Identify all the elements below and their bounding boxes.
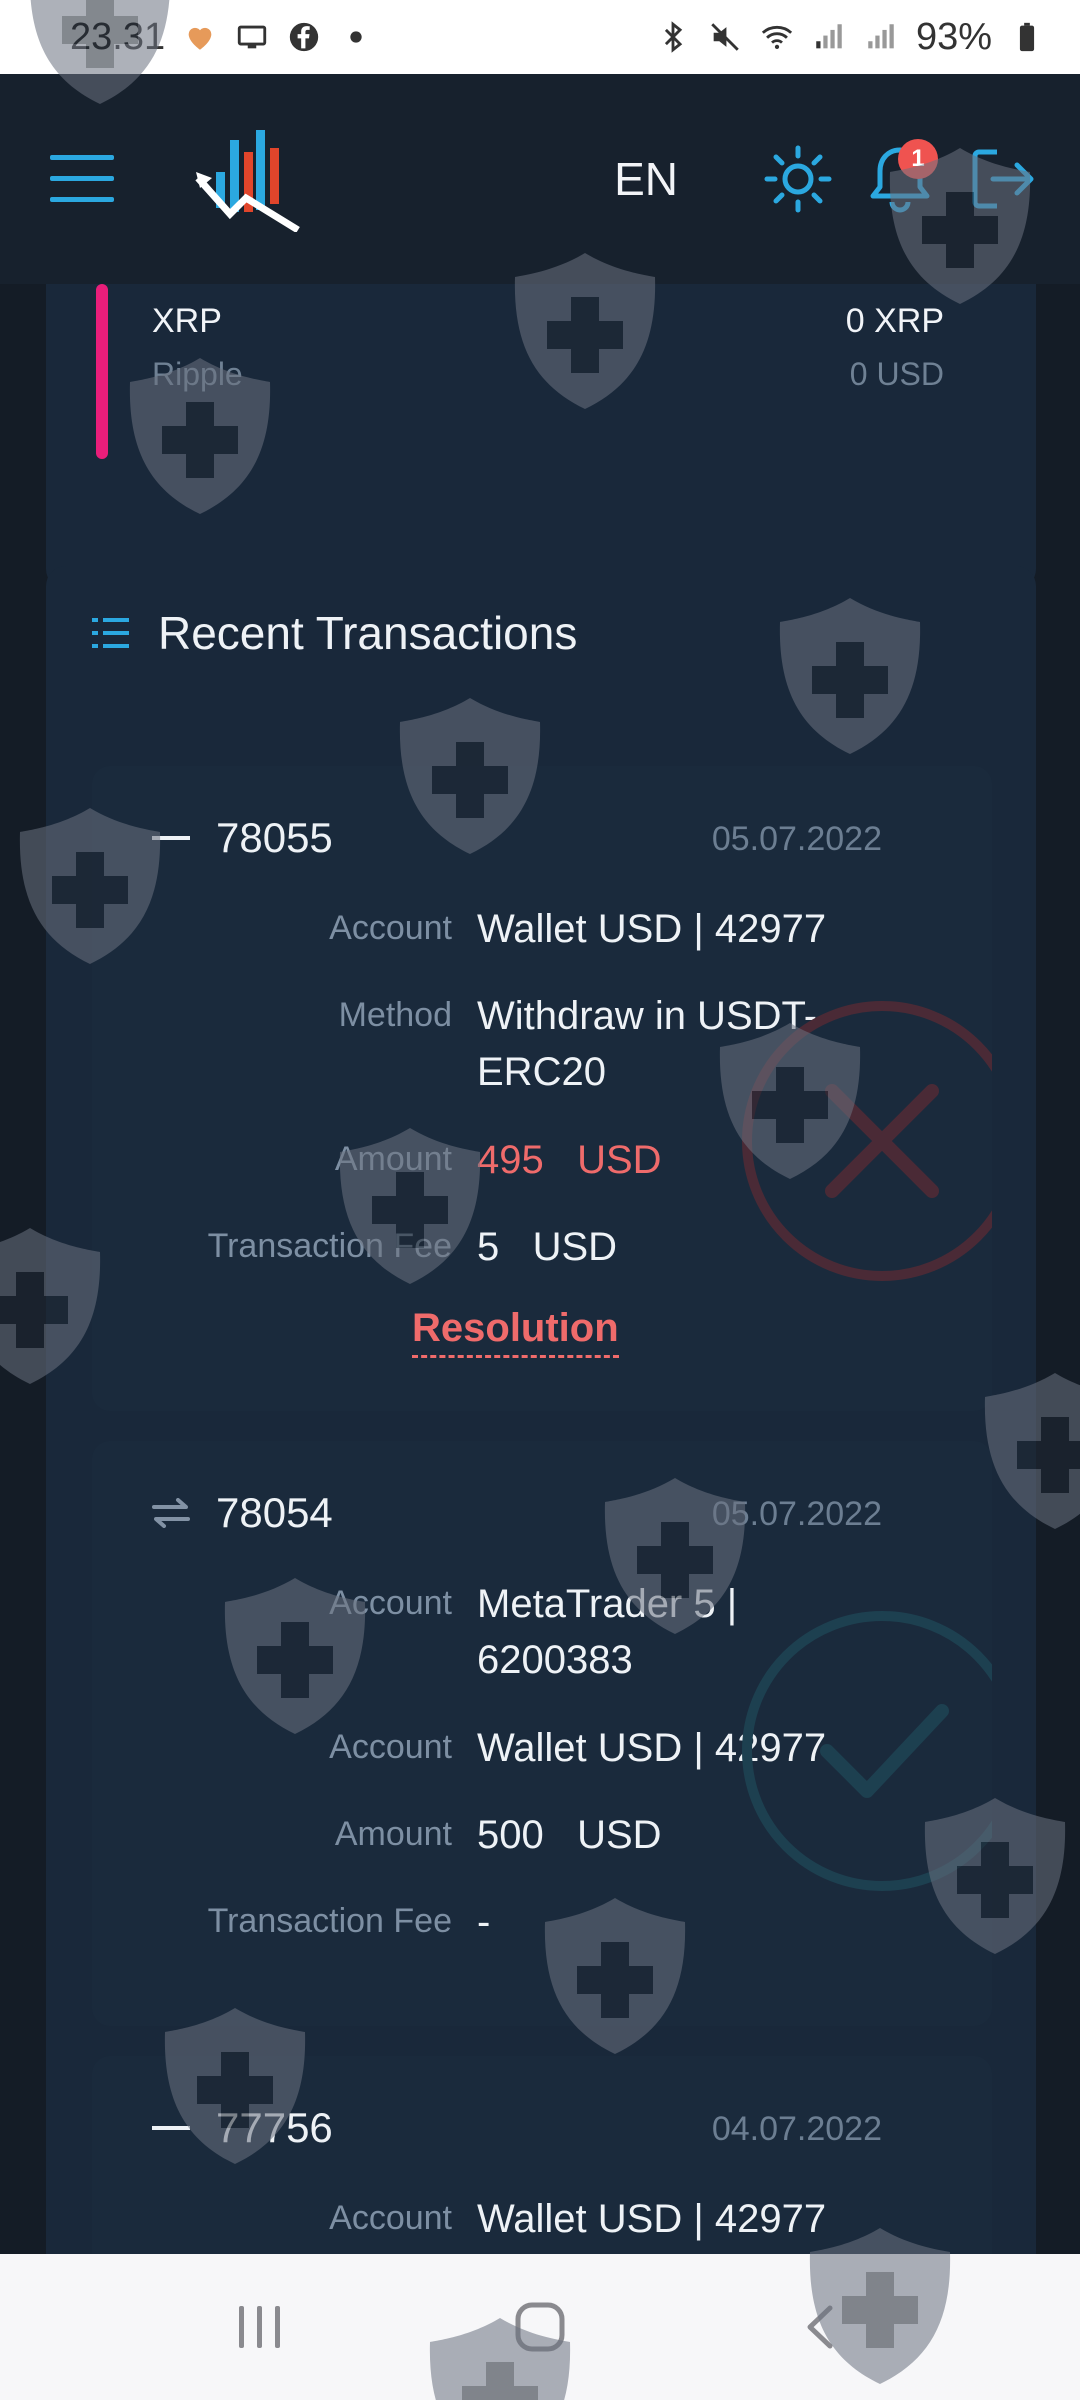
transaction-item[interactable]: 77756 04.07.2022 Account Wallet USD | 42… <box>92 2056 992 2254</box>
mute-icon <box>711 23 739 51</box>
transaction-header: 77756 <box>152 2104 333 2152</box>
field-label: Amount <box>334 1140 452 1178</box>
currency-amount: 0 XRP <box>845 302 944 340</box>
transaction-header: 78054 <box>152 1489 333 1537</box>
clock: 23.31 <box>70 15 166 58</box>
recent-apps-icon <box>239 2306 280 2348</box>
recent-apps-button[interactable] <box>200 2277 320 2377</box>
health-heart-icon <box>188 27 212 50</box>
field-label: Amount <box>334 1815 452 1853</box>
back-chevron-icon <box>807 2305 833 2349</box>
field-value: Wallet USD | 42977 <box>477 2197 827 2241</box>
transaction-item[interactable]: 78054 05.07.2022 Account MetaTrader 5 | … <box>92 1441 992 2026</box>
hamburger-menu-icon <box>50 155 114 202</box>
status-left: 23.31 <box>70 16 373 59</box>
field-value: - <box>477 1900 491 1944</box>
back-button[interactable] <box>760 2277 880 2377</box>
battery-percent: 93% <box>915 15 992 58</box>
section-title: Recent Transactions <box>158 607 578 659</box>
chart-logo-icon <box>195 129 300 233</box>
facebook-icon <box>289 22 319 52</box>
language-selector[interactable]: EN <box>614 152 678 206</box>
sun-icon <box>764 145 832 213</box>
field-label: Transaction Fee <box>207 1902 452 1940</box>
transaction-date: 05.07.2022 <box>711 1495 882 1533</box>
signal-icon-1 <box>816 24 842 49</box>
field-label: Account <box>329 1728 452 1766</box>
wifi-icon <box>761 25 793 50</box>
currency-color-bar <box>96 284 108 459</box>
field-label: Method <box>338 996 452 1034</box>
transfer-arrows-icon <box>152 1498 190 1528</box>
home-button[interactable] <box>480 2277 600 2377</box>
battery-icon <box>1019 22 1035 52</box>
field-label: Account <box>329 2199 452 2237</box>
theme-toggle-button[interactable] <box>756 137 840 221</box>
monitor-icon <box>237 25 267 49</box>
dot-icon <box>350 31 362 43</box>
menu-button[interactable] <box>40 137 124 221</box>
field-label: Account <box>329 909 452 947</box>
currency-name: Ripple <box>152 356 243 392</box>
transaction-date: 04.07.2022 <box>711 2110 882 2148</box>
app-header: EN 1 <box>0 74 1080 284</box>
currency-usd-value: 0 USD <box>849 356 944 392</box>
transaction-id: 77756 <box>216 2104 333 2151</box>
transaction-id: 78055 <box>216 814 333 861</box>
completed-check-icon <box>742 1611 992 1891</box>
recent-transactions-card: Recent Transactions 78055 05.07.2022 Acc… <box>46 566 1036 2254</box>
resolution-link[interactable]: Resolution <box>412 1306 619 1358</box>
bluetooth-icon <box>664 21 683 53</box>
balance-card-xrp[interactable]: XRP Ripple 0 XRP 0 USD <box>46 284 1036 589</box>
transaction-id: 78054 <box>216 1489 333 1536</box>
home-icon <box>515 2302 565 2352</box>
status-right: 93% <box>656 16 1044 59</box>
logout-icon <box>972 149 1034 209</box>
rejected-x-icon <box>742 1001 992 1281</box>
brand-logo[interactable] <box>194 122 304 237</box>
main-content[interactable]: XRP Ripple 0 XRP 0 USD Recent Transactio… <box>0 284 1080 2254</box>
recent-transactions-header: Recent Transactions <box>92 606 577 660</box>
transaction-header: 78055 <box>152 814 333 862</box>
currency-symbol: XRP <box>152 302 222 340</box>
system-navigation-bar <box>0 2254 1080 2400</box>
field-label: Transaction Fee <box>207 1227 452 1265</box>
list-icon <box>92 618 129 648</box>
notification-badge: 1 <box>898 139 938 179</box>
signal-icon-2 <box>868 24 894 49</box>
dash-icon <box>152 2126 190 2130</box>
transaction-item[interactable]: 78055 05.07.2022 Account Wallet USD | 42… <box>92 766 992 1411</box>
field-value: Wallet USD | 42977 <box>477 907 827 951</box>
logout-button[interactable] <box>960 137 1044 221</box>
field-label: Account <box>329 1584 452 1622</box>
dash-icon <box>152 836 190 840</box>
transaction-date: 05.07.2022 <box>711 820 882 858</box>
notifications-button[interactable]: 1 <box>858 137 942 221</box>
system-status-bar: 23.31 93% <box>0 0 1080 74</box>
